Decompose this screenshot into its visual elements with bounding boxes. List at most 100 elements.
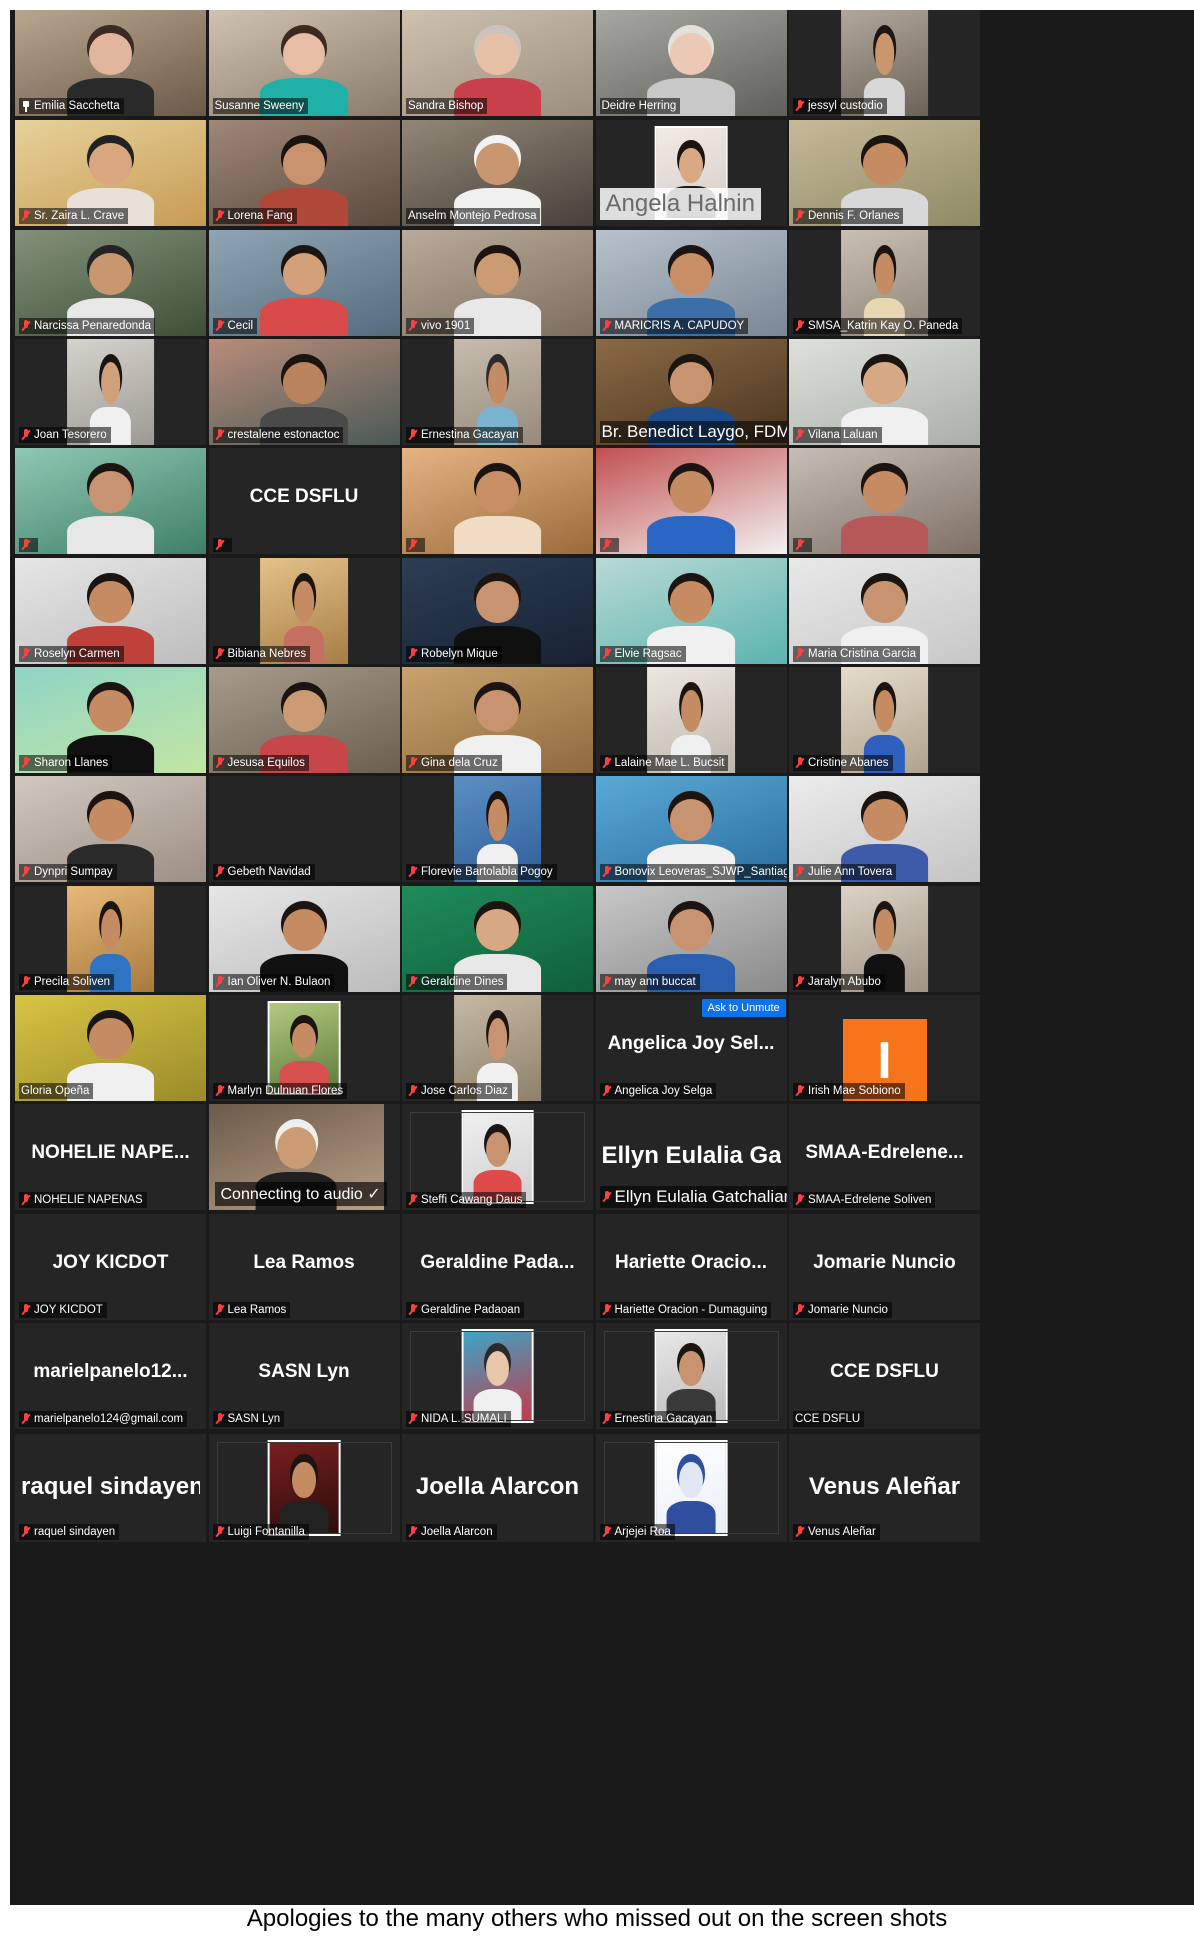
muted-microphone-icon: [795, 429, 805, 441]
participant-tile[interactable]: Vilana Laluan: [789, 339, 980, 445]
participant-name-label: marielpanelo124@gmail.com: [19, 1411, 188, 1427]
participant-tile[interactable]: Ian Oliver N. Bulaon: [208, 886, 400, 992]
participant-tile[interactable]: Angela Halnin: [595, 120, 787, 226]
participant-tile[interactable]: Ernestina Gacayan: [595, 1323, 787, 1429]
participant-tile[interactable]: Maria Cristina Garcia: [789, 558, 980, 664]
participant-tile[interactable]: Sandra Bishop: [402, 10, 593, 116]
participant-tile[interactable]: marielpanelo12... marielpanelo124@gmail.c…: [15, 1323, 206, 1429]
participant-figure: [453, 471, 542, 554]
participant-tile[interactable]: Precila Soliven: [15, 886, 206, 992]
participant-tile[interactable]: Cristine Abanes: [789, 667, 980, 773]
participant-tile[interactable]: Deidre Herring: [595, 10, 787, 116]
participant-tile[interactable]: Joan Tesorero: [15, 339, 206, 445]
display-name: CCE DSFLU: [249, 486, 359, 508]
head: [863, 799, 906, 841]
participant-tile[interactable]: [789, 448, 980, 554]
torso: [66, 515, 155, 554]
participant-tile[interactable]: I Irish Mae Sobiono: [789, 995, 980, 1101]
participant-tile[interactable]: Florevie Bartolabla Pogoy: [402, 776, 593, 882]
participant-name: Joella Alarcon: [421, 1526, 493, 1538]
participant-name: Bibiana Nebres: [227, 648, 307, 660]
participant-tile[interactable]: Geraldine Pada... Geraldine Padaoan: [402, 1214, 593, 1320]
participant-tile[interactable]: Sharon Llanes: [15, 667, 206, 773]
head: [863, 362, 906, 404]
participant-tile[interactable]: [595, 448, 787, 554]
participant-tile[interactable]: jessyl custodio: [789, 10, 980, 116]
muted-microphone-icon: [795, 648, 805, 660]
participant-tile[interactable]: Jose Carlos Diaz: [402, 995, 593, 1101]
participant-tile[interactable]: Robelyn Mique: [402, 558, 593, 664]
head: [282, 690, 326, 732]
participant-tile[interactable]: NIDA L. SUMALI: [402, 1323, 593, 1429]
participant-tile[interactable]: Dynpri Sumpay: [15, 776, 206, 882]
muted-microphone-icon: [408, 976, 418, 988]
participant-tile[interactable]: CCE DSFLU CCE DSFLU: [789, 1323, 980, 1429]
display-name: Ellyn Eulalia Gat...: [601, 1142, 781, 1170]
participant-tile[interactable]: Marlyn Dulnuan Flores: [208, 995, 400, 1101]
participant-name: Lea Ramos: [227, 1304, 287, 1316]
participant-tile[interactable]: JOY KICDOT JOY KICDOT: [15, 1214, 206, 1320]
participant-name-label: Angelica Joy Selga: [599, 1083, 717, 1099]
participant-tile[interactable]: Hariette Oracio... Hariette Oracion - Dum…: [595, 1214, 787, 1320]
participant-name-label: CCE DSFLU: [793, 1411, 865, 1427]
participant-tile[interactable]: Ernestina Gacayan: [402, 339, 593, 445]
participant-name-label: Geraldine Padaoan: [406, 1302, 525, 1318]
participant-tile[interactable]: Narcissa Penaredonda: [15, 230, 206, 336]
tile-frame: [603, 1331, 779, 1421]
participant-name-label: Sandra Bishop: [406, 98, 488, 114]
head: [476, 581, 519, 623]
participant-tile[interactable]: Julie Ann Tovera: [789, 776, 980, 882]
participant-tile[interactable]: Connecting to audio ✓: [208, 1104, 400, 1210]
participant-tile[interactable]: Dennis F. Orlanes: [789, 120, 980, 226]
participant-tile[interactable]: [15, 448, 206, 554]
head: [89, 581, 132, 623]
participant-tile[interactable]: Gloria Opeña: [15, 995, 206, 1101]
participant-tile[interactable]: SMSA_Katrin Kay O. Paneda: [789, 230, 980, 336]
head: [89, 799, 132, 841]
participant-tile[interactable]: Arjejei Roa: [595, 1434, 787, 1542]
head: [669, 33, 713, 75]
participant-tile[interactable]: Venus Aleñar Venus Aleñar: [789, 1434, 980, 1542]
participant-tile[interactable]: vivo 1901: [402, 230, 593, 336]
participant-tile[interactable]: NOHELIE NAPE... NOHELIE NAPENAS: [15, 1104, 206, 1210]
participant-tile[interactable]: Geraldine Dines: [402, 886, 593, 992]
muted-microphone-icon: [21, 757, 31, 769]
participant-tile[interactable]: Sr. Zaira L. Crave: [15, 120, 206, 226]
participant-tile[interactable]: MARICRIS A. CAPUDOY: [595, 230, 787, 336]
participant-tile[interactable]: Luigi Fontanilla: [208, 1434, 400, 1542]
participant-tile[interactable]: Elvie Ragsac: [595, 558, 787, 664]
participant-tile[interactable]: Lea Ramos Lea Ramos: [208, 1214, 400, 1320]
participant-tile[interactable]: Gebeth Navidad: [208, 776, 400, 882]
participant-tile[interactable]: may ann buccat: [595, 886, 787, 992]
participant-tile[interactable]: crestalene estonactoc: [208, 339, 400, 445]
participant-tile[interactable]: [402, 448, 593, 554]
participant-tile[interactable]: SMAA-Edrelene... SMAA-Edrelene Soliven: [789, 1104, 980, 1210]
participant-tile[interactable]: Cecil: [208, 230, 400, 336]
participant-tile[interactable]: Jaralyn Abubo: [789, 886, 980, 992]
participant-name-label: [212, 538, 232, 552]
participant-tile[interactable]: raquel sindayen raquel sindayen: [15, 1434, 206, 1542]
participant-tile[interactable]: Gina dela Cruz: [402, 667, 593, 773]
participant-tile[interactable]: Roselyn Carmen: [15, 558, 206, 664]
participant-tile[interactable]: Lalaine Mae L. Bucsit: [595, 667, 787, 773]
participant-tile[interactable]: Steffi Cawang Daus: [402, 1104, 593, 1210]
participant-tile[interactable]: Jesusa Equilos: [208, 667, 400, 773]
participant-tile[interactable]: Bonovix Leoveras_SJWP_Santiago...: [595, 776, 787, 882]
participant-tile[interactable]: Anselm Montejo Pedrosa: [402, 120, 593, 226]
participant-tile[interactable]: Bibiana Nebres: [208, 558, 400, 664]
participant-tile[interactable]: SASN Lyn SASN Lyn: [208, 1323, 400, 1429]
participant-tile[interactable]: Emilia Sacchetta: [15, 10, 206, 116]
participant-tile[interactable]: Angelica Joy Sel...Ask to Unmute···Angel…: [595, 995, 787, 1101]
display-name: raquel sindayen: [21, 1472, 200, 1500]
ask-to-unmute-button[interactable]: Ask to Unmute: [701, 999, 786, 1017]
participant-name: Anselm Montejo Pedrosa: [408, 210, 537, 222]
participant-name-label: Roselyn Carmen: [19, 646, 124, 662]
participant-tile[interactable]: Ellyn Eulalia Gat... Ellyn Eulalia Gatcha…: [595, 1104, 787, 1210]
participant-tile[interactable]: Susanne Sweeny: [208, 10, 400, 116]
participant-name-label: Gebeth Navidad: [212, 864, 315, 880]
participant-tile[interactable]: Br. Benedict Laygo, FDM: [595, 339, 787, 445]
participant-tile[interactable]: Joella Alarcon Joella Alarcon: [402, 1434, 593, 1542]
participant-tile[interactable]: Lorena Fang: [208, 120, 400, 226]
participant-tile[interactable]: Jomarie Nuncio Jomarie Nuncio: [789, 1214, 980, 1320]
participant-tile[interactable]: CCE DSFLU: [208, 448, 400, 554]
